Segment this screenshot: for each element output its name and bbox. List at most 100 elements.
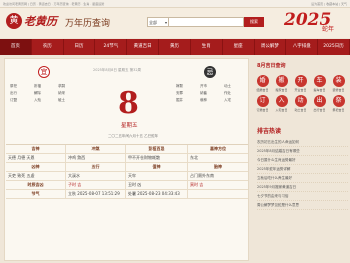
travel-icon: 出 bbox=[313, 95, 326, 107]
tool-tile-groundbreaking[interactable]: 动动土吉日 bbox=[291, 95, 310, 112]
hot-read-link[interactable]: 2025年9月搬家黄道吉日 bbox=[257, 183, 348, 192]
ji-seal-icon: 忌 bbox=[204, 66, 216, 78]
table-row: 节气 立秋 2025-08-07 13:51:29 处暑 2025-08-23 … bbox=[6, 190, 248, 199]
nav-item-solar-terms[interactable]: 24节气 bbox=[95, 39, 128, 55]
nav-item-almanac[interactable]: 黄历 bbox=[159, 39, 191, 55]
table-row: 天吏 致死 五虚 大溪水 天牢 占门厕外东南 bbox=[6, 172, 248, 181]
search-category-select[interactable]: 全部 ▾ bbox=[147, 17, 169, 27]
hot-read-link[interactable]: 周公解梦梦见蛇是什么意思 bbox=[257, 201, 348, 210]
tile-label: 提车吉日 bbox=[313, 88, 326, 92]
tool-tile-travel[interactable]: 出出行吉日 bbox=[310, 95, 329, 112]
table-header: 喜神方位 bbox=[210, 146, 226, 151]
logo-icon[interactable]: 黄 bbox=[6, 13, 22, 29]
incense-icon: 祭 bbox=[332, 95, 345, 107]
tile-label: 开业吉日 bbox=[294, 88, 307, 92]
shop-icon: 开 bbox=[294, 75, 307, 87]
almanac-table: 吉神 冲煞 彭祖百忌 喜神方位 天德 月德 天恩 冲鸡 煞西 甲不开仓财物耗散 … bbox=[6, 144, 248, 199]
table-header: 胎神 bbox=[214, 164, 222, 169]
tile-label: 动土吉日 bbox=[294, 108, 307, 112]
yi-item: 破土 bbox=[58, 98, 65, 102]
engagement-icon: 订 bbox=[256, 95, 269, 107]
table-header: 值神 bbox=[126, 163, 188, 171]
yi-item: 纳采 bbox=[58, 91, 65, 95]
yi-item: 祭祀 bbox=[10, 84, 17, 88]
ji-item: 动土 bbox=[224, 84, 231, 88]
renovation-icon: 装 bbox=[332, 75, 345, 87]
table-header: 彭祖百忌 bbox=[126, 145, 188, 153]
tool-tile-worship[interactable]: 祭祭祀吉日 bbox=[329, 95, 348, 112]
ji-item: 掘井 bbox=[176, 98, 183, 102]
table-header: 节气 bbox=[6, 190, 66, 198]
tool-tile-opening[interactable]: 开开业吉日 bbox=[291, 75, 310, 92]
nav-item-bazi[interactable]: 八字排盘 bbox=[286, 39, 319, 55]
hot-read-link[interactable]: 七夕节的由来与习俗 bbox=[257, 192, 348, 201]
search-button[interactable]: 搜索 bbox=[244, 17, 264, 27]
nav-item-home[interactable]: 首页 bbox=[0, 39, 32, 55]
table-cell bbox=[188, 190, 248, 198]
nav-item-2025-calendar[interactable]: 2025日历 bbox=[318, 39, 350, 55]
sidebar: 8月吉日查询 婚结婚吉日 搬搬家吉日 开开业吉日 车提车吉日 装装修吉日 订订婚… bbox=[253, 58, 348, 261]
tile-label: 祭祀吉日 bbox=[332, 108, 345, 112]
top-bar-left-text: 欢迎访问老黄历网 | 日历 · 黄道吉日 · 万年历查询 · 老黄历 · 生肖 … bbox=[3, 2, 105, 6]
hot-reads-title: 排吉热读 bbox=[257, 128, 282, 135]
chevron-down-icon: ▾ bbox=[164, 20, 167, 25]
top-bar: 欢迎访问老黄历网 | 日历 · 黄道吉日 · 万年历查询 · 老黄历 · 生肖 … bbox=[0, 0, 350, 8]
wedding-icon: 婚 bbox=[256, 75, 269, 87]
nav-item-dream[interactable]: 周公解梦 bbox=[255, 39, 287, 55]
ji-item: 入宅 bbox=[224, 98, 231, 102]
top-bar-right-links[interactable]: 设为首页 | 收藏本站 | 天气 bbox=[311, 2, 347, 6]
hot-read-link[interactable]: 农历初五出生的人命运如何 bbox=[257, 138, 348, 147]
tool-tile-move-in[interactable]: 入入宅吉日 bbox=[272, 95, 291, 112]
tile-label: 入宅吉日 bbox=[275, 108, 288, 112]
hot-read-link[interactable]: 2025年8月结婚吉日有哪些 bbox=[257, 147, 348, 156]
search-input[interactable] bbox=[169, 17, 244, 27]
house-icon: 入 bbox=[275, 95, 288, 107]
hot-read-link[interactable]: 立秋后吃什么养生最好 bbox=[257, 174, 348, 183]
table-header: 凶神 bbox=[6, 163, 66, 171]
table-cell: 冲鸡 煞西 bbox=[66, 154, 126, 162]
tool-tile-engagement[interactable]: 订订婚吉日 bbox=[253, 95, 272, 112]
nav-item-zodiac[interactable]: 生肖 bbox=[191, 39, 223, 55]
table-cell: 占门厕外东南 bbox=[190, 173, 214, 178]
nav-item-auspicious-days[interactable]: 黄道吉日 bbox=[127, 39, 160, 55]
lunar-date: 二〇二五年闰六月十五 乙巳蛇年 bbox=[108, 134, 159, 138]
yi-item: 解除 bbox=[34, 91, 41, 95]
table-row: 时辰吉凶 子时 吉 丑时 凶 寅时 吉 bbox=[6, 181, 248, 190]
tool-tile-renovation[interactable]: 装装修吉日 bbox=[329, 75, 348, 92]
tile-label: 订婚吉日 bbox=[256, 108, 269, 112]
shovel-icon: 动 bbox=[294, 95, 307, 107]
tool-tile-car[interactable]: 车提车吉日 bbox=[310, 75, 329, 92]
site-title: 万年历查询 bbox=[65, 19, 111, 29]
table-cell: 天德 月德 天恩 bbox=[6, 154, 66, 162]
table-cell: 天吏 致死 五虚 bbox=[6, 172, 66, 180]
yi-item: 订盟 bbox=[10, 98, 17, 102]
tile-label: 出行吉日 bbox=[313, 108, 326, 112]
nav-item-constellation[interactable]: 星座 bbox=[223, 39, 255, 55]
table-cell: 东北 bbox=[190, 155, 198, 160]
moving-icon: 搬 bbox=[275, 75, 288, 87]
nav-item-calendar[interactable]: 日历 bbox=[64, 39, 96, 55]
table-row: 天德 月德 天恩 冲鸡 煞西 甲不开仓财物耗散 东北 bbox=[6, 154, 248, 163]
hot-reads-list: 农历初五出生的人命运如何 2025年8月结婚吉日有哪些 今日属什么生肖运势最好 … bbox=[253, 138, 348, 210]
table-header: 吉神 bbox=[6, 145, 66, 153]
yi-list: 祭祀 祈福 求嗣 出行 解除 纳采 订盟 入殓 破土 bbox=[10, 84, 80, 103]
yi-item: 祈福 bbox=[34, 84, 41, 88]
tile-label: 装修吉日 bbox=[332, 88, 345, 92]
table-cell: 甲不开仓财物耗散 bbox=[126, 154, 188, 162]
table-cell: 立秋 2025-08-07 13:51:29 bbox=[66, 190, 126, 198]
brand-decoration: 蛇年 bbox=[322, 26, 335, 33]
logo-text[interactable]: 老黄历 bbox=[24, 13, 57, 29]
table-cell: 子时 吉 bbox=[66, 181, 126, 189]
ji-item: 嫁娶 bbox=[176, 84, 183, 88]
tool-tile-wedding[interactable]: 婚结婚吉日 bbox=[253, 75, 272, 92]
tile-label: 搬家吉日 bbox=[275, 88, 288, 92]
ji-item: 栽种 bbox=[200, 98, 207, 102]
nav-item-lunar[interactable]: 农历 bbox=[32, 39, 64, 55]
tool-tile-moving[interactable]: 搬搬家吉日 bbox=[272, 75, 291, 92]
ji-item: 作灶 bbox=[224, 91, 231, 95]
table-row: 吉神 冲煞 彭祖百忌 喜神方位 bbox=[6, 145, 248, 154]
search-category-label: 全部 bbox=[149, 20, 157, 25]
car-icon: 车 bbox=[313, 75, 326, 87]
hot-read-link[interactable]: 2025年蛇年运势详解 bbox=[257, 165, 348, 174]
hot-read-link[interactable]: 今日属什么生肖运势最好 bbox=[257, 156, 348, 165]
